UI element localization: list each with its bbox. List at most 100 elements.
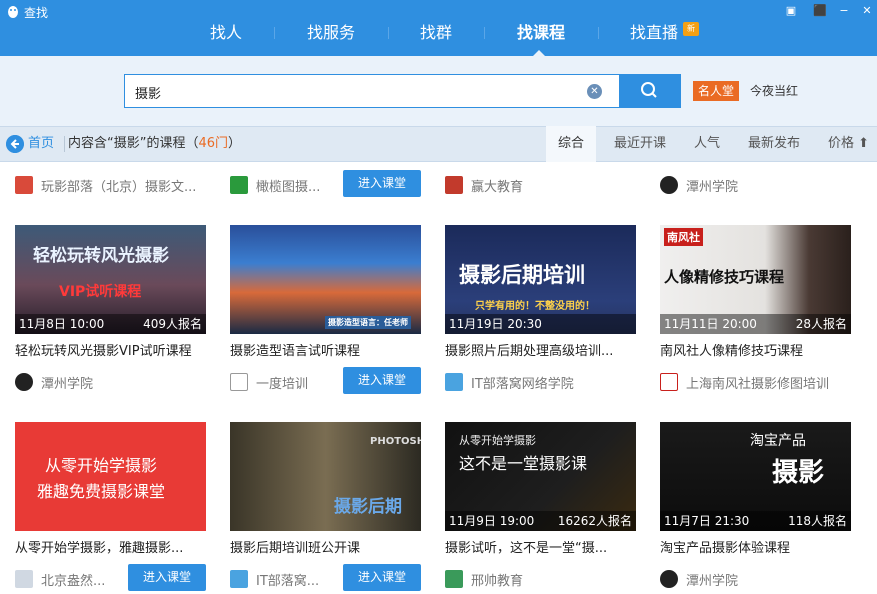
thumbnail-subcaption: 雅趣免费摄影课堂 [37,482,166,501]
tab-find-people[interactable]: 找人 [196,20,256,46]
provider-row[interactable]: 潭州学院 [15,372,93,392]
provider-name: 橄榄图摄... [256,179,321,195]
sort-tab-upcoming[interactable]: 最近开课 [604,126,676,162]
course-thumbnail[interactable]: 从零开始学摄影 这不是一堂摄影课 11月9日 19:00 16262人报名 [445,422,636,531]
provider-row[interactable]: 橄榄图摄... [230,175,320,195]
search-button[interactable] [619,74,681,108]
course-date: 11月8日 10:00 [19,317,105,331]
nav-divider [598,27,599,39]
qq-penguin-icon [8,6,18,18]
provider-row[interactable]: 一度培训 [230,372,308,392]
course-date: 11月19日 20:30 [449,317,542,331]
provider-row[interactable]: 潭州学院 [660,175,738,195]
course-title[interactable]: 南风社人像精修技巧课程 [660,344,860,360]
enroll-count: 28人报名 [795,317,847,331]
course-thumbnail[interactable]: 从零开始学摄影 雅趣免费摄影课堂 [15,422,206,531]
provider-logo-icon [660,570,678,588]
enter-classroom-button[interactable]: 进入课堂 [343,170,421,197]
lock-icon[interactable]: ⬛ [812,3,828,19]
provider-row[interactable]: 玩影部落（北京）摄影文... [15,175,196,195]
thumbnail-subcaption: 南风社 [664,228,703,246]
course-title[interactable]: 从零开始学摄影，雅趣摄影... [15,541,215,557]
tab-find-service[interactable]: 找服务 [296,20,366,46]
nav-divider [484,27,485,39]
enter-classroom-button[interactable]: 进入课堂 [343,367,421,394]
course-thumbnail[interactable]: 淘宝产品 摄影 11月7日 21:30 118人报名 [660,422,851,531]
enter-classroom-button[interactable]: 进入课堂 [128,564,206,591]
provider-name: 潭州学院 [686,573,739,589]
thumbnail-caption: 摄影后期培训 [459,263,585,287]
course-thumbnail[interactable]: 摄影造型语言：任老师 [230,225,421,334]
provider-logo-icon [15,176,33,194]
provider-logo-icon [660,176,678,194]
provider-row[interactable]: 上海南风社摄影修图培训 [660,372,829,392]
thumbnail-info-bar: 11月9日 19:00 16262人报名 [445,511,636,531]
thumbnail-caption: 摄影造型语言：任老师 [325,316,411,329]
course-title[interactable]: 摄影照片后期处理高级培训... [445,344,645,360]
trending-tonight-link[interactable]: 今夜当红 [750,82,798,100]
search-field: ✕ [124,74,620,108]
tab-find-group[interactable]: 找群 [408,20,464,46]
course-title[interactable]: 轻松玩转风光摄影VIP试听课程 [15,344,215,360]
enter-classroom-button[interactable]: 进入课堂 [343,564,421,591]
course-title[interactable]: 摄影造型语言试听课程 [230,344,430,360]
search-icon [641,82,657,98]
thumbnail-caption: 摄影 [772,458,825,488]
feedback-icon[interactable]: ▣ [783,3,799,19]
thumbnail-subcaption: VIP试听课程 [59,284,142,300]
provider-row[interactable]: 北京盎然... [15,569,105,589]
nav-divider [388,27,389,39]
minimize-icon[interactable]: − [836,3,852,19]
course-date: 11月7日 21:30 [664,514,750,528]
provider-name: 玩影部落（北京）摄影文... [41,179,197,195]
back-arrow-icon[interactable] [6,135,24,153]
sort-tab-overall[interactable]: 综合 [546,126,596,162]
provider-row[interactable]: 潭州学院 [660,569,738,589]
provider-logo-icon [230,570,248,588]
course-thumbnail[interactable]: 南风社 人像精修技巧课程 11月11日 20:00 28人报名 [660,225,851,334]
hall-of-fame-button[interactable]: 名人堂 [693,81,739,101]
thumbnail-subcaption: 淘宝产品 [750,433,806,449]
course-thumbnail[interactable]: 摄影后期培训 只学有用的！不整没用的！ 11月19日 20:30 [445,225,636,334]
clear-icon[interactable]: ✕ [587,84,602,99]
provider-logo-icon [15,570,33,588]
thumbnail-subcaption: 只学有用的！不整没用的！ [475,301,595,312]
home-link[interactable]: 首页 [28,136,54,152]
course-grid: 玩影部落（北京）摄影文... 橄榄图摄... 进入课堂 赢大教育 潭州学院 轻松… [0,162,877,594]
close-icon[interactable]: ✕ [859,3,875,19]
search-input[interactable] [135,82,575,102]
provider-row[interactable]: IT部落窝网络学院 [445,372,574,392]
sort-tab-popularity[interactable]: 人气 [684,126,730,162]
provider-name: 上海南风社摄影修图培训 [686,376,830,392]
thumbnail-caption: 这不是一堂摄影课 [459,454,588,473]
provider-row[interactable]: 邢帅教育 [445,569,523,589]
result-prefix: 内容含“摄影”的课程（ [68,136,199,151]
active-tab-indicator [533,50,545,56]
provider-row[interactable]: IT部落窝... [230,569,319,589]
provider-logo-icon [445,373,463,391]
nav-divider [274,27,275,39]
sort-tab-price[interactable]: 价格 ⬆ [820,126,877,162]
thumbnail-caption: 摄影后期 [334,497,402,517]
provider-row[interactable]: 赢大教育 [445,175,523,195]
enroll-count: 409人报名 [143,317,202,331]
thumbnail-info-bar: 11月7日 21:30 118人报名 [660,511,851,531]
provider-name: 潭州学院 [686,179,739,195]
course-title[interactable]: 摄影试听，这不是一堂“摄... [445,541,645,557]
new-badge: 新 [683,22,699,36]
course-title[interactable]: 摄影后期培训班公开课 [230,541,430,557]
top-header: 查找 ▣ ⬛ − ✕ 找人 找服务 找群 找课程 找直播 新 [0,0,877,56]
enroll-count: 118人报名 [788,514,847,528]
provider-name: 北京盎然... [41,573,106,589]
course-thumbnail[interactable]: PHOTOSH 摄影后期 [230,422,421,531]
course-thumbnail[interactable]: 轻松玩转风光摄影 VIP试听课程 11月8日 10:00 409人报名 [15,225,206,334]
result-suffix: ） [228,136,242,151]
thumbnail-caption: 人像精修技巧课程 [664,268,785,286]
provider-logo-icon [230,373,248,391]
tab-find-course[interactable]: 找课程 [504,20,578,46]
course-title[interactable]: 淘宝产品摄影体验课程 [660,541,860,557]
tab-find-live[interactable]: 找直播 [622,20,686,46]
provider-logo-icon [660,373,678,391]
sort-tab-newest[interactable]: 最新发布 [738,126,810,162]
result-count: 46门 [198,136,229,151]
